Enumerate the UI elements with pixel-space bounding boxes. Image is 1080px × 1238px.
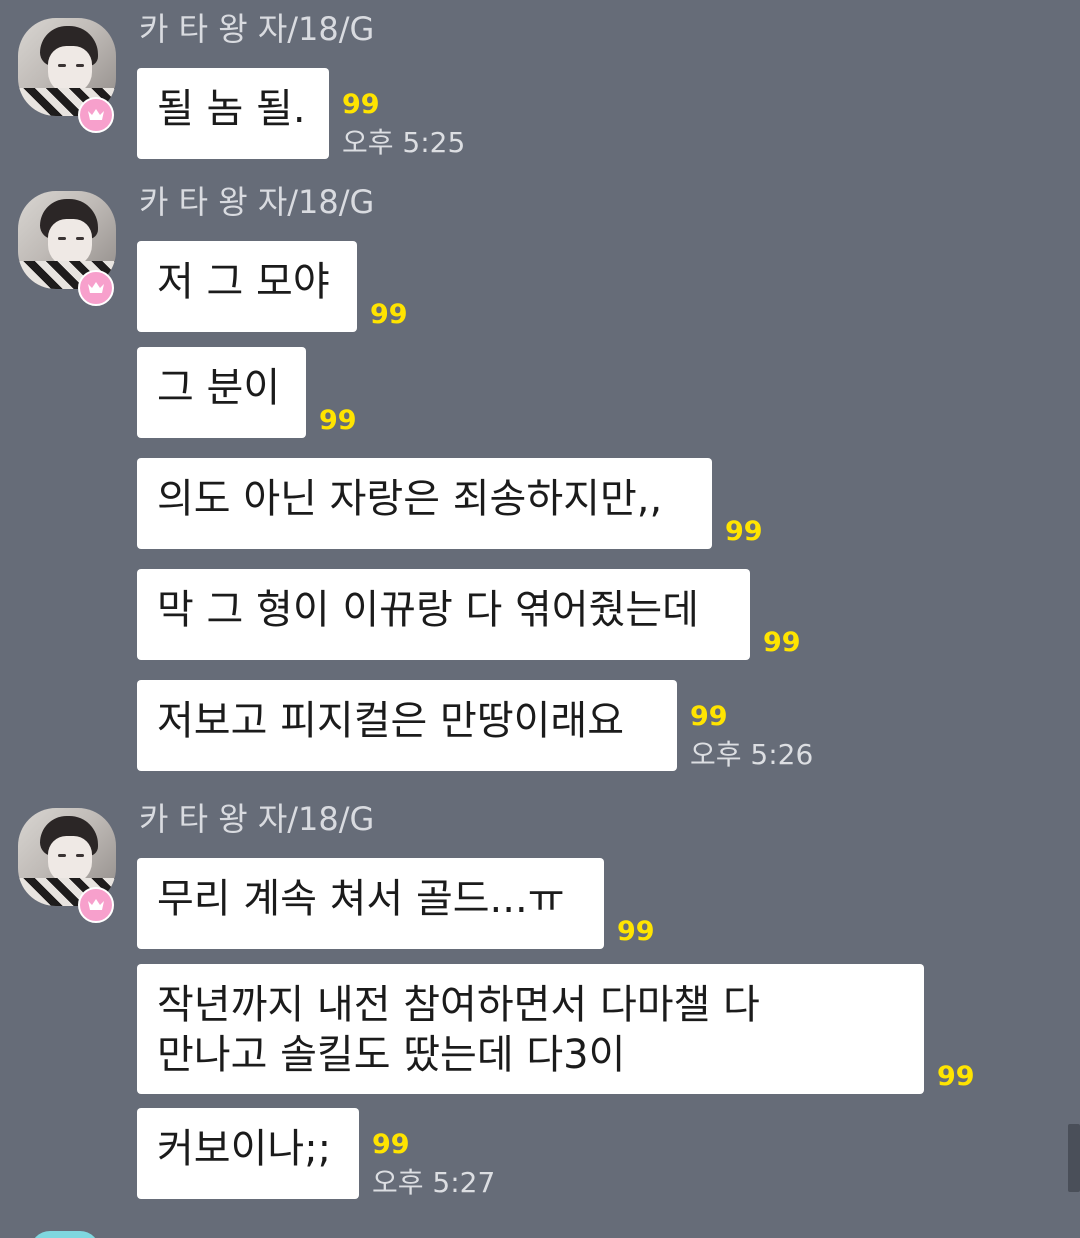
message-line: 만나고 솔킬도 땄는데 다3이 (157, 1032, 626, 1078)
message-line: 작년까지 내전 참여하면서 다마챌 다 (157, 982, 760, 1028)
unread-count: 99 (937, 1061, 975, 1092)
crown-icon (78, 270, 114, 306)
message-bubble[interactable]: 그 분이 (137, 347, 306, 438)
message-bubble[interactable]: 될 놈 될. (137, 68, 329, 159)
unread-count: 99 (342, 89, 380, 120)
message-bubble[interactable]: 의도 아닌 자랑은 죄송하지만,, (137, 458, 712, 549)
message-bubble[interactable]: 커보이나;; (137, 1108, 359, 1199)
sender-name[interactable]: 카 타 왕 자/18/G (139, 6, 374, 52)
unread-count: 99 (370, 299, 408, 330)
message-time: 오후 5:27 (372, 1166, 496, 1199)
next-avatar-peek (30, 1231, 100, 1238)
unread-count: 99 (617, 916, 655, 947)
message-bubble[interactable]: 작년까지 내전 참여하면서 다마챌 다 만나고 솔킬도 땄는데 다3이 (137, 964, 924, 1094)
message-bubble[interactable]: 저 그 모야 (137, 241, 357, 332)
crown-icon (78, 887, 114, 923)
message-bubble[interactable]: 막 그 형이 이뀨랑 다 엮어줬는데 (137, 569, 750, 660)
unread-count: 99 (763, 627, 801, 658)
scrollbar[interactable] (1068, 1124, 1080, 1192)
chat-room: 카 타 왕 자/18/G 될 놈 될. 99 오후 5:25 카 타 왕 자/1… (0, 0, 1080, 1238)
message-bubble[interactable]: 저보고 피지컬은 만땅이래요 (137, 680, 677, 771)
unread-count: 99 (690, 701, 728, 732)
message-bubble[interactable]: 무리 계속 쳐서 골드...ㅠ (137, 858, 604, 949)
unread-count: 99 (372, 1129, 410, 1160)
crown-icon (78, 97, 114, 133)
message-time: 오후 5:26 (690, 738, 814, 771)
message-time: 오후 5:25 (342, 126, 466, 159)
sender-name[interactable]: 카 타 왕 자/18/G (139, 796, 374, 842)
unread-count: 99 (725, 516, 763, 547)
unread-count: 99 (319, 405, 357, 436)
sender-name[interactable]: 카 타 왕 자/18/G (139, 179, 374, 225)
